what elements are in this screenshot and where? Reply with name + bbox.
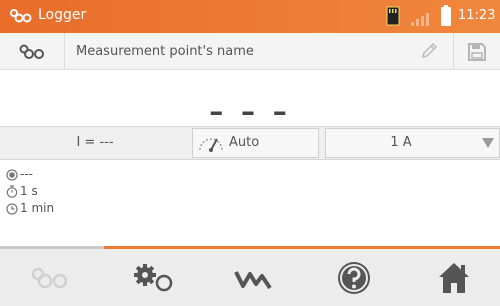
signal-icon	[411, 13, 429, 26]
nav-logger-button[interactable]	[0, 249, 100, 306]
pencil-icon[interactable]	[420, 42, 438, 60]
interval-line: 1 s	[6, 183, 54, 200]
app-title: Logger	[38, 7, 87, 23]
clock-icon	[6, 202, 18, 215]
duration-value: 1 min	[20, 201, 55, 215]
stopwatch-icon	[6, 185, 18, 198]
logger-button[interactable]	[0, 33, 65, 70]
title-bar: Logger 11:23	[0, 0, 500, 33]
status-line: ---	[6, 166, 54, 183]
measurement-name-bar	[0, 33, 500, 70]
home-icon	[439, 262, 469, 293]
bottom-nav	[0, 246, 500, 306]
battery-icon	[441, 5, 451, 26]
mode-button[interactable]: Auto	[192, 128, 319, 158]
nav-home-button[interactable]	[404, 249, 500, 306]
settings-icon	[134, 263, 173, 291]
measurement-reading-area: – – –	[0, 70, 500, 128]
logger-icon	[10, 9, 32, 23]
duration-line: 1 min	[6, 200, 54, 217]
logger-icon	[31, 267, 68, 288]
parameter-row: I = --- Auto 1 A	[0, 126, 500, 160]
mode-label: Auto	[229, 135, 260, 150]
graph-icon	[234, 270, 272, 289]
chevron-down-icon	[482, 138, 494, 148]
measurement-value: – – –	[209, 95, 291, 128]
save-button[interactable]	[453, 33, 500, 70]
measurement-point-name-input[interactable]	[66, 33, 451, 70]
current-value: I = ---	[76, 135, 114, 150]
status-value: ---	[20, 167, 33, 181]
nav-graph-button[interactable]	[204, 249, 304, 306]
logger-info: --- 1 s 1 min	[6, 166, 54, 217]
clock: 11:23	[458, 8, 496, 23]
sd-card-icon	[386, 6, 400, 26]
range-label: 1 A	[390, 135, 412, 150]
save-icon	[468, 42, 486, 61]
help-icon	[338, 261, 370, 294]
radio-icon	[6, 168, 18, 181]
nav-settings-button[interactable]	[104, 249, 204, 306]
interval-value: 1 s	[20, 184, 38, 198]
range-select[interactable]: 1 A	[325, 128, 500, 158]
logger-icon	[19, 44, 44, 59]
gauge-icon	[199, 138, 223, 152]
nav-help-button[interactable]	[304, 249, 404, 306]
